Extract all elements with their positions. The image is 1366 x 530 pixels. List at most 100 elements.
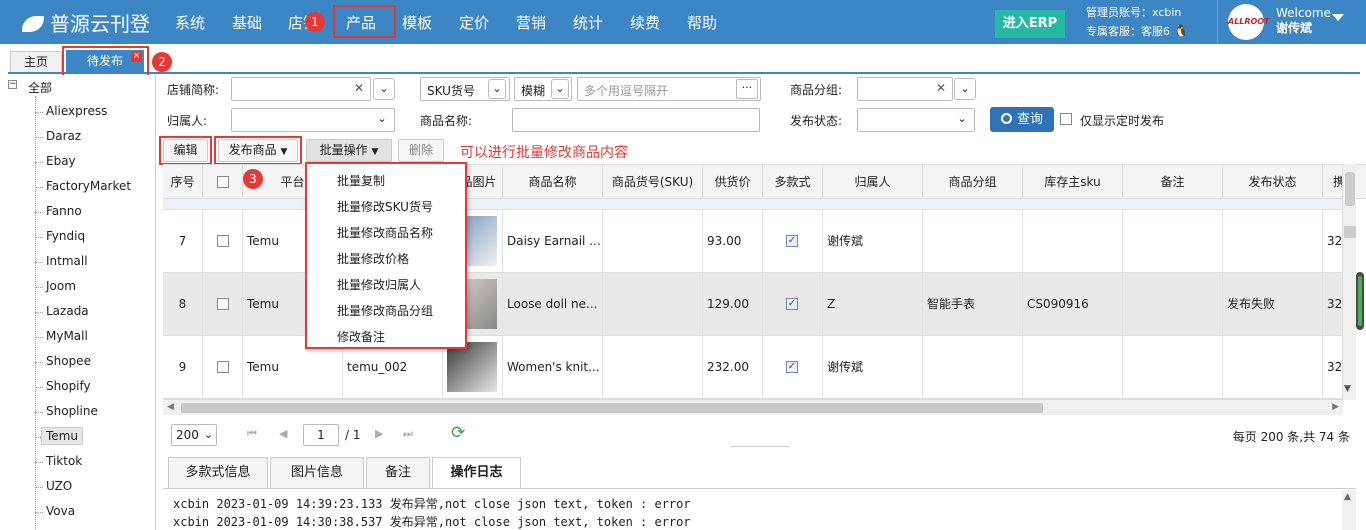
col-remark[interactable]: 备注: [1123, 165, 1223, 200]
scroll-thumb-lower[interactable]: [1344, 226, 1356, 238]
tree-item[interactable]: Lazada: [46, 304, 89, 318]
page-scroll-thumb[interactable]: [1356, 272, 1364, 330]
page-size-select[interactable]: 200 ⌄: [171, 424, 217, 446]
chevron-down-icon[interactable]: [1332, 14, 1344, 21]
scroll-down-icon[interactable]: ▼: [1344, 384, 1351, 394]
col-main-sku[interactable]: 库存主sku: [1023, 165, 1123, 200]
scroll-up-icon[interactable]: ▲: [1344, 492, 1351, 502]
product-thumbnail[interactable]: [447, 342, 497, 392]
tree-item[interactable]: Tiktok: [46, 454, 82, 468]
tree-item[interactable]: Vova: [46, 504, 75, 518]
nav-help[interactable]: 帮助: [687, 12, 717, 33]
chevron-down-icon[interactable]: ⌄: [373, 78, 395, 100]
scroll-left-icon[interactable]: ◀: [167, 402, 174, 412]
nav-basic[interactable]: 基础: [232, 12, 262, 33]
sku-type-select[interactable]: SKU货号 ⌄: [420, 77, 510, 101]
close-icon[interactable]: ×: [131, 51, 142, 62]
clear-icon[interactable]: ✕: [936, 81, 946, 95]
tree-item[interactable]: Shopee: [46, 354, 91, 368]
tab-home[interactable]: 主页: [10, 51, 62, 72]
shop-select[interactable]: ✕: [231, 77, 371, 101]
col-multi[interactable]: 多款式: [763, 165, 823, 200]
match-mode-select[interactable]: 模糊 ⌄: [514, 77, 572, 101]
scroll-right-icon[interactable]: ▶: [1332, 402, 1339, 412]
col-status[interactable]: 发布状态: [1223, 165, 1323, 200]
batch-menu-item[interactable]: 批量修改商品分组: [337, 302, 433, 319]
tree-root[interactable]: 全部: [28, 79, 52, 96]
status-select[interactable]: ⌄: [857, 108, 975, 132]
batch-menu-item[interactable]: 批量修改商品名称: [337, 224, 433, 241]
next-page-icon[interactable]: ▶: [375, 427, 383, 440]
nav-renew[interactable]: 续费: [630, 12, 660, 33]
brand-logo[interactable]: 普源云刊登: [22, 8, 150, 37]
batch-menu-item[interactable]: 批量复制: [337, 172, 385, 189]
owner-select[interactable]: ⌄: [231, 108, 395, 132]
horizontal-scrollbar[interactable]: ◀ ▶: [163, 399, 1343, 415]
batch-menu-item[interactable]: 批量修改归属人: [337, 276, 421, 293]
col-sku[interactable]: 商品货号(SKU): [603, 165, 703, 200]
nav-system[interactable]: 系统: [175, 12, 205, 33]
refresh-icon[interactable]: ⟳: [451, 423, 465, 443]
chevron-down-icon[interactable]: ⌄: [954, 78, 976, 100]
collapse-icon[interactable]: −: [8, 80, 17, 89]
first-page-icon[interactable]: ⏮: [247, 427, 257, 441]
edit-button[interactable]: 编辑: [163, 139, 208, 162]
qq-icon[interactable]: 🐧: [1174, 24, 1189, 38]
user-menu[interactable]: Welcome 谢传斌: [1276, 6, 1331, 36]
tree-item[interactable]: Daraz: [46, 129, 81, 143]
col-owner[interactable]: 归属人: [823, 165, 923, 200]
vertical-scrollbar[interactable]: ▼: [1342, 164, 1356, 400]
clear-icon[interactable]: ✕: [354, 81, 364, 95]
delete-button[interactable]: 删除: [398, 139, 444, 162]
log-scrollbar[interactable]: ▲: [1342, 490, 1356, 530]
query-button[interactable]: 查询: [990, 107, 1054, 132]
tree-item[interactable]: Aliexpress: [46, 104, 107, 118]
timed-only-checkbox[interactable]: [1060, 113, 1072, 125]
row-checkbox[interactable]: [217, 298, 229, 310]
tab-remark[interactable]: 备注: [366, 457, 430, 489]
batch-menu-item[interactable]: 批量修改SKU货号: [337, 198, 433, 215]
batch-menu-item[interactable]: 修改备注: [337, 328, 385, 345]
nav-product[interactable]: 产品: [346, 12, 376, 33]
avatar[interactable]: ALLROOT: [1228, 4, 1270, 40]
service-contact[interactable]: 专属客服：客服6 🐧: [1086, 22, 1188, 41]
tree-item[interactable]: UZO: [46, 479, 72, 493]
name-input[interactable]: [512, 108, 760, 132]
col-name[interactable]: 商品名称: [503, 165, 603, 200]
tree-item[interactable]: Ebay: [46, 154, 76, 168]
tab-operation-log[interactable]: 操作日志: [432, 457, 521, 489]
col-price[interactable]: 供货价: [703, 165, 763, 200]
enter-erp-button[interactable]: 进入ERP: [995, 10, 1065, 38]
more-button[interactable]: ···: [736, 79, 758, 99]
tree-item[interactable]: Fyndiq: [46, 229, 85, 243]
tree-item[interactable]: Intmall: [46, 254, 88, 268]
col-no[interactable]: 序号: [163, 165, 203, 200]
nav-stats[interactable]: 统计: [573, 12, 603, 33]
tree-item[interactable]: Shopify: [46, 379, 91, 393]
last-page-icon[interactable]: ⏭: [403, 427, 413, 441]
page-input[interactable]: 1: [303, 424, 339, 446]
group-select[interactable]: ✕: [857, 77, 953, 101]
nav-template[interactable]: 模板: [402, 12, 432, 33]
col-group[interactable]: 商品分组: [923, 165, 1023, 200]
batch-menu-item[interactable]: 批量修改价格: [337, 250, 409, 267]
nav-pricing[interactable]: 定价: [459, 12, 489, 33]
tree-item[interactable]: Joom: [46, 279, 76, 293]
row-checkbox[interactable]: [217, 361, 229, 373]
tree-item[interactable]: Temu: [41, 427, 83, 445]
publish-button[interactable]: 发布商品 ▼: [218, 139, 298, 162]
tree-item[interactable]: Shopline: [46, 404, 98, 418]
select-all-checkbox[interactable]: [217, 176, 229, 188]
batch-ops-button[interactable]: 批量操作 ▼: [306, 139, 392, 162]
h-scroll-thumb[interactable]: [181, 403, 1043, 413]
tree-item[interactable]: Fanno: [46, 204, 82, 218]
tab-images[interactable]: 图片信息: [270, 457, 364, 489]
row-checkbox[interactable]: [217, 235, 229, 247]
splitter[interactable]: [730, 446, 790, 452]
scroll-thumb[interactable]: [1345, 172, 1355, 206]
sku-input[interactable]: 多个用逗号隔开 ···: [577, 77, 761, 101]
tree-item[interactable]: MyMall: [46, 329, 88, 343]
tree-item[interactable]: FactoryMarket: [46, 179, 131, 193]
tab-multi-style[interactable]: 多款式信息: [168, 457, 268, 489]
prev-page-icon[interactable]: ◀: [279, 427, 287, 440]
